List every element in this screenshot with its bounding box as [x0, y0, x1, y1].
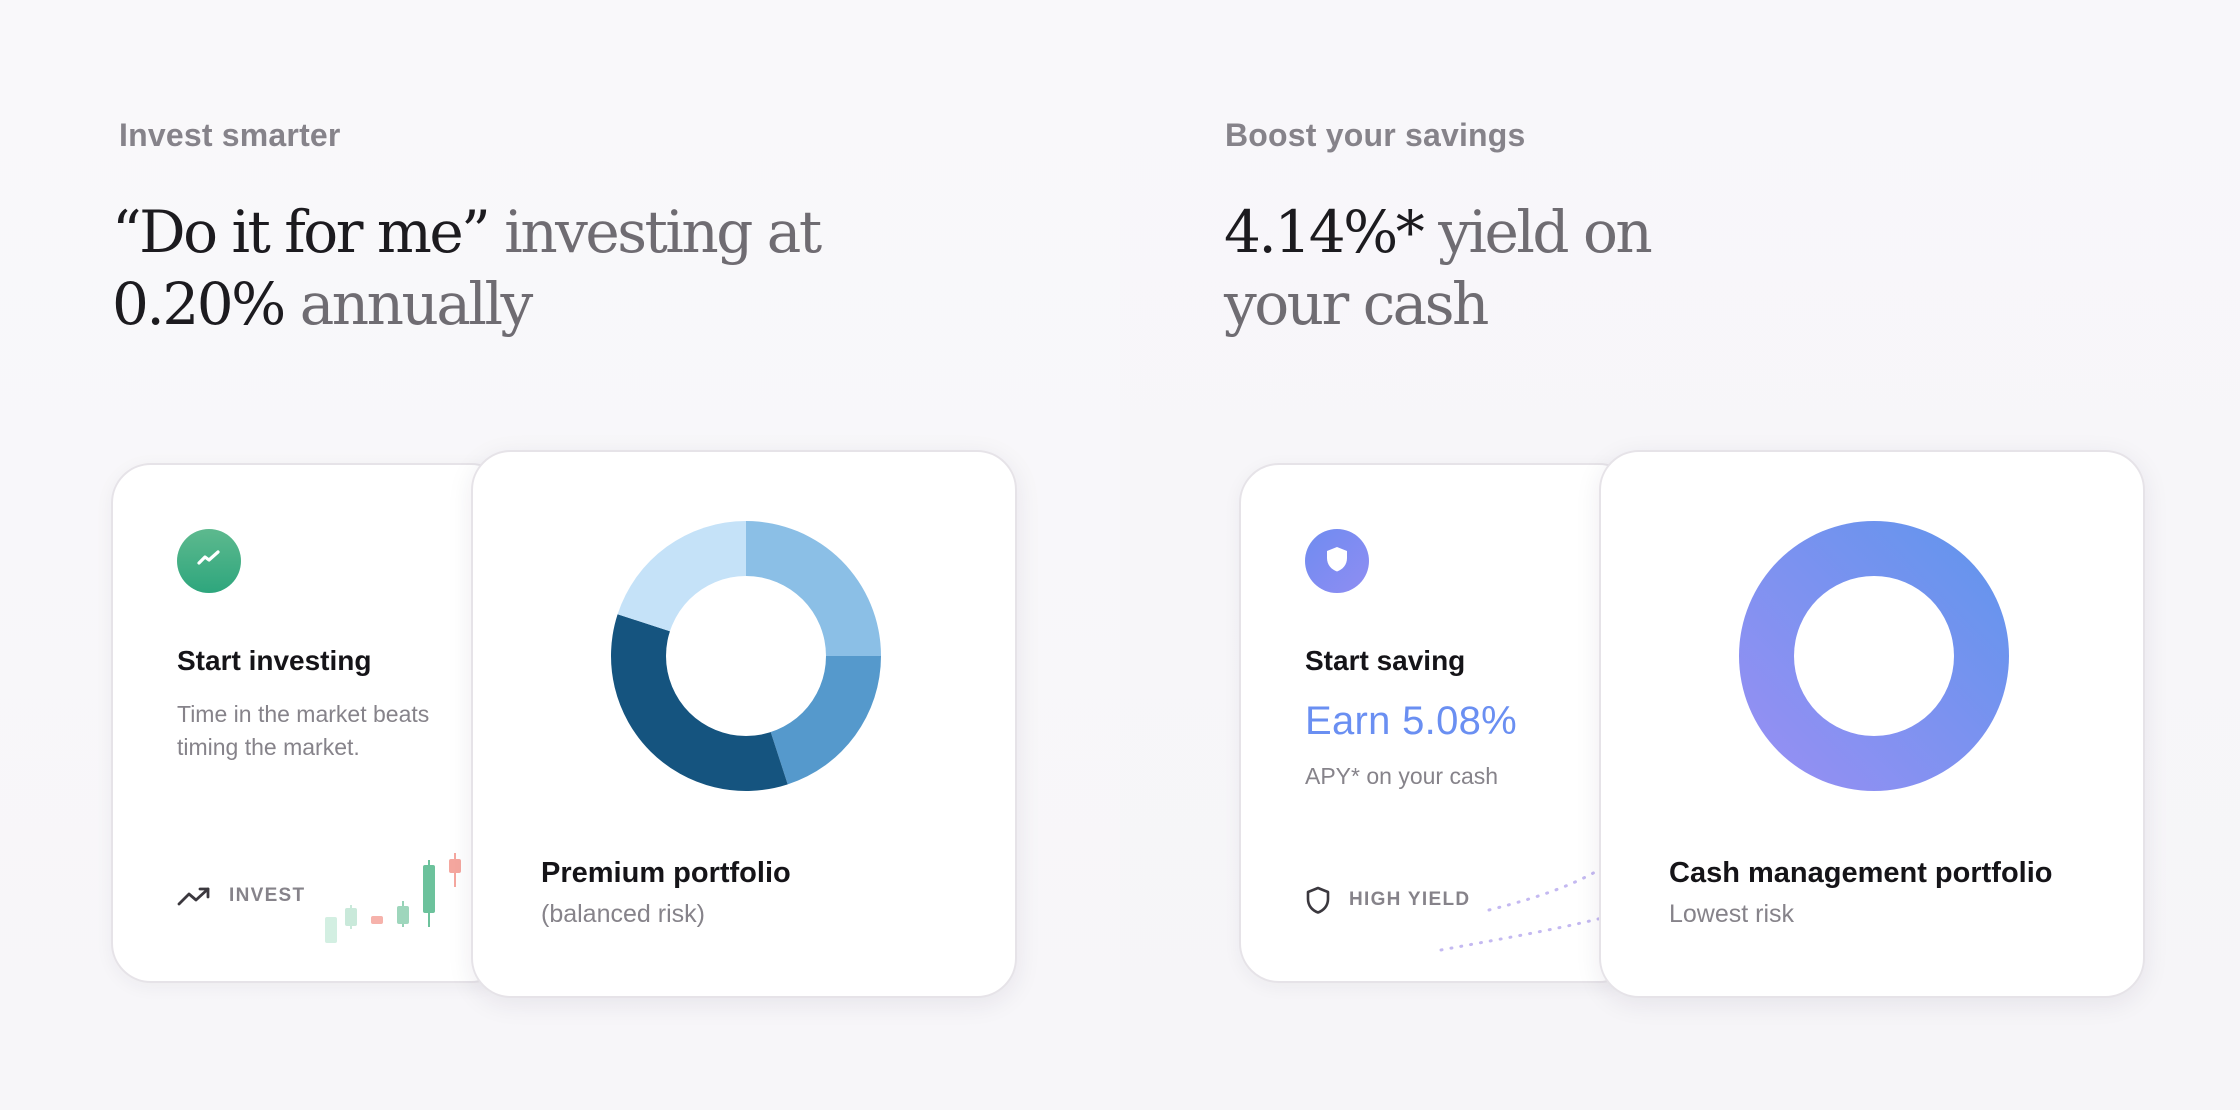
- shield-icon: [1323, 544, 1351, 579]
- invest-headline-suffix: annually: [283, 270, 534, 338]
- savings-eyebrow: Boost your savings: [1225, 117, 1526, 153]
- invest-eyebrow: Invest smarter: [119, 117, 341, 153]
- invest-headline-highlight: “Do it for me”: [112, 198, 491, 266]
- savings-headline-rate: 4.14%*: [1224, 198, 1425, 266]
- donut-hole: [666, 576, 826, 736]
- premium-portfolio-donut: [611, 521, 881, 791]
- investing-badge: [177, 529, 241, 593]
- cash-management-title: Cash management portfolio: [1669, 857, 2053, 889]
- apy-note: APY* on your cash: [1305, 763, 1499, 789]
- start-investing-description: Time in the market beats timing the mark…: [177, 701, 430, 760]
- trending-up-icon: [177, 885, 211, 907]
- high-yield-tag-label: HIGH YIELD: [1349, 889, 1471, 910]
- candle-1: [325, 917, 337, 943]
- candle-5: [423, 860, 435, 927]
- invest-tag: INVEST: [177, 885, 305, 907]
- start-investing-card[interactable]: Start investing Time in the market beats…: [111, 463, 511, 983]
- shield-outline-icon: [1305, 885, 1331, 915]
- candle-3: [371, 916, 383, 924]
- premium-portfolio-subtitle: (balanced risk): [541, 900, 705, 928]
- cash-management-subtitle: Lowest risk: [1669, 900, 1795, 928]
- invest-tag-label: INVEST: [229, 885, 306, 906]
- cash-management-card[interactable]: Cash management portfolio Lowest risk: [1599, 450, 2145, 998]
- earn-rate: Earn 5.08%: [1305, 699, 1518, 743]
- candle-6: [449, 853, 461, 887]
- invest-headline: “Do it for me” investing at 0.20% annual…: [112, 196, 822, 340]
- candle-2: [345, 905, 357, 929]
- premium-portfolio-card[interactable]: Premium portfolio (balanced risk): [471, 450, 1017, 998]
- premium-portfolio-title: Premium portfolio: [541, 857, 791, 889]
- savings-headline: 4.14%* yield on your cash: [1224, 196, 1653, 340]
- invest-headline-rate: 0.20%: [112, 270, 286, 338]
- invest-headline-text: investing at: [488, 198, 822, 266]
- savings-headline-suffix: your cash: [1224, 270, 1489, 338]
- saving-badge: [1305, 529, 1369, 593]
- invest-panel: Invest smarter “Do it for me” investing …: [0, 0, 1120, 1110]
- savings-headline-text: yield on: [1422, 198, 1653, 266]
- start-investing-title: Start investing: [177, 645, 372, 676]
- chart-trend-icon: [194, 544, 224, 579]
- savings-panel: Boost your savings 4.14%* yield on your …: [1120, 0, 2240, 1110]
- candle-4: [397, 901, 409, 927]
- start-saving-card[interactable]: Start saving Earn 5.08% APY* on your cas…: [1239, 463, 1639, 983]
- high-yield-tag: HIGH YIELD: [1305, 885, 1470, 915]
- start-saving-title: Start saving: [1305, 645, 1466, 676]
- donut-hole: [1794, 576, 1954, 736]
- cash-management-donut: [1739, 521, 2009, 791]
